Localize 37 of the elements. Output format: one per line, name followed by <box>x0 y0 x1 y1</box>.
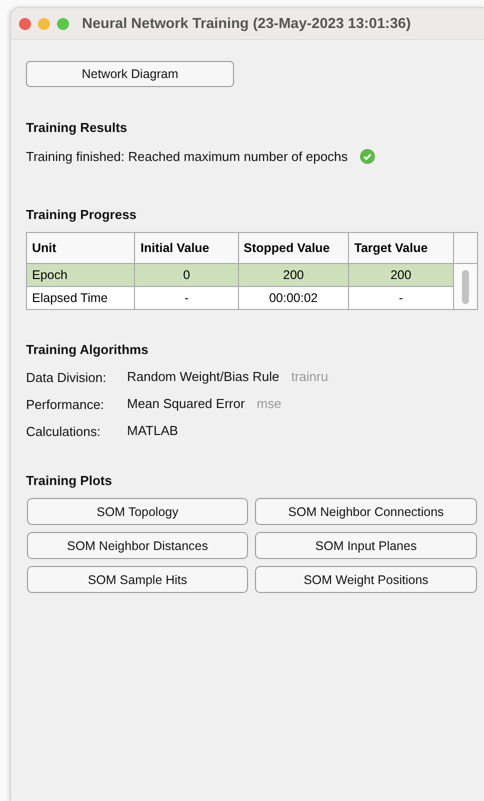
table-cell: Epoch <box>26 264 135 286</box>
section-heading: Training Algorithms <box>26 342 150 357</box>
plot-button[interactable]: SOM Topology <box>27 498 248 525</box>
close-button[interactable] <box>19 18 31 30</box>
algorithm-value: MATLAB <box>127 423 178 438</box>
window-title: Neural Network Training (23-May-2023 13:01:36) <box>82 16 411 32</box>
plot-button[interactable]: SOM Neighbor Connections <box>255 498 477 525</box>
plot-button[interactable]: SOM Input Planes <box>255 532 477 559</box>
table-cell: - <box>348 286 454 310</box>
zoom-button[interactable] <box>57 18 69 30</box>
column-header: Stopped Value <box>238 232 349 264</box>
section-heading: Training Plots <box>26 473 113 488</box>
column-header: Target Value <box>348 232 454 264</box>
table-cell: 200 <box>238 264 349 286</box>
function-name: trainru <box>291 369 328 384</box>
minimize-button[interactable] <box>38 18 50 30</box>
column-header: Unit <box>26 232 135 264</box>
scrollbar-thumb[interactable] <box>462 270 469 304</box>
section-heading: Training Results <box>26 120 128 135</box>
column-header: Initial Value <box>134 232 238 264</box>
function-name: mse <box>256 396 282 411</box>
table-cell: 0 <box>134 264 238 286</box>
table-cell: - <box>134 286 238 310</box>
section-heading: Training Progress <box>26 207 138 222</box>
table-cell: 00:00:02 <box>238 286 349 310</box>
network-diagram-button[interactable]: Network Diagram <box>26 61 234 87</box>
table-cell: Elapsed Time <box>26 286 135 310</box>
plot-button[interactable]: SOM Weight Positions <box>255 566 477 593</box>
plot-button[interactable]: SOM Neighbor Distances <box>27 532 248 559</box>
status-message: Training finished: Reached maximum number of epochs <box>26 149 348 164</box>
plot-button[interactable]: SOM Sample Hits <box>27 566 248 593</box>
algorithm-label: Data Division: <box>26 370 108 384</box>
algorithm-value: Mean Squared Error <box>127 396 245 411</box>
algorithm-label: Calculations: <box>26 424 102 438</box>
algorithm-label: Performance: <box>26 396 106 412</box>
table-cell: 200 <box>348 264 454 286</box>
algorithm-value: Random Weight/Bias Rule <box>127 369 280 384</box>
